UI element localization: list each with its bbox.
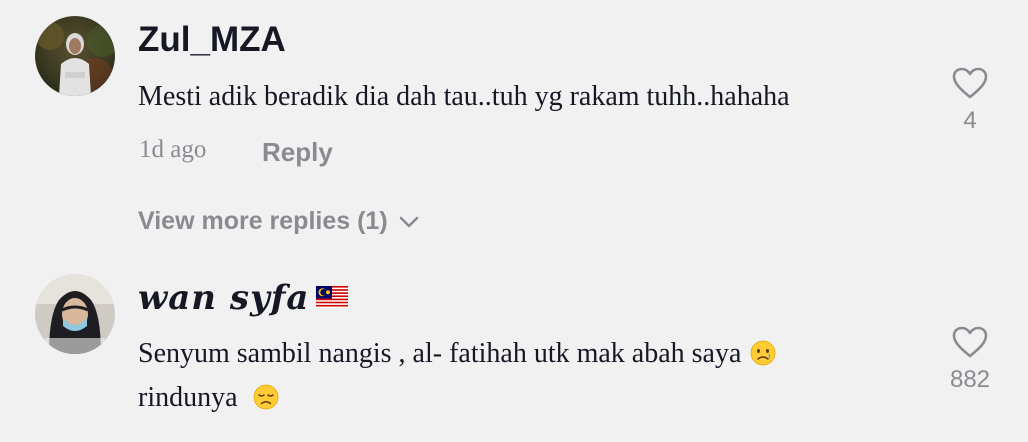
comment-text: Mesti adik beradik dia dah tau..tuh yg r… [138,81,790,112]
like-button[interactable]: 4 [930,66,1010,135]
avatar[interactable] [35,16,115,96]
username[interactable]: Zul_MZA [138,20,286,60]
username[interactable]: wan syfa [138,278,309,318]
avatar[interactable] [35,274,115,354]
malaysia-flag-emoji [316,286,348,308]
disappointed-face-emoji [253,384,278,410]
like-button[interactable]: 882 [930,325,1010,394]
chevron-down-icon [399,217,418,228]
view-more-replies-label: View more replies (1) [138,207,388,235]
comment-text-line: Senyum sambil nangis , al- fatihah utk m… [138,338,742,369]
view-more-replies-button[interactable]: View more replies (1) [138,207,420,236]
heart-outline-icon [952,67,988,99]
comment-text-line: rindunya [138,382,238,413]
comment-item: Zul_MZA Mesti adik beradik dia dah tau..… [0,0,1028,250]
heart-outline-icon [952,326,988,358]
crying-face-emoji [751,340,776,366]
like-count: 4 [963,107,977,134]
like-count: 882 [949,366,991,393]
comment-timestamp: 1d ago [139,136,207,163]
comment-item: wan syfa Senyum sambil nangis , al- fati… [0,250,1028,442]
comment-text: Senyum sambil nangis , al- fatihah utk m… [138,332,776,420]
reply-button[interactable]: Reply [262,137,333,168]
